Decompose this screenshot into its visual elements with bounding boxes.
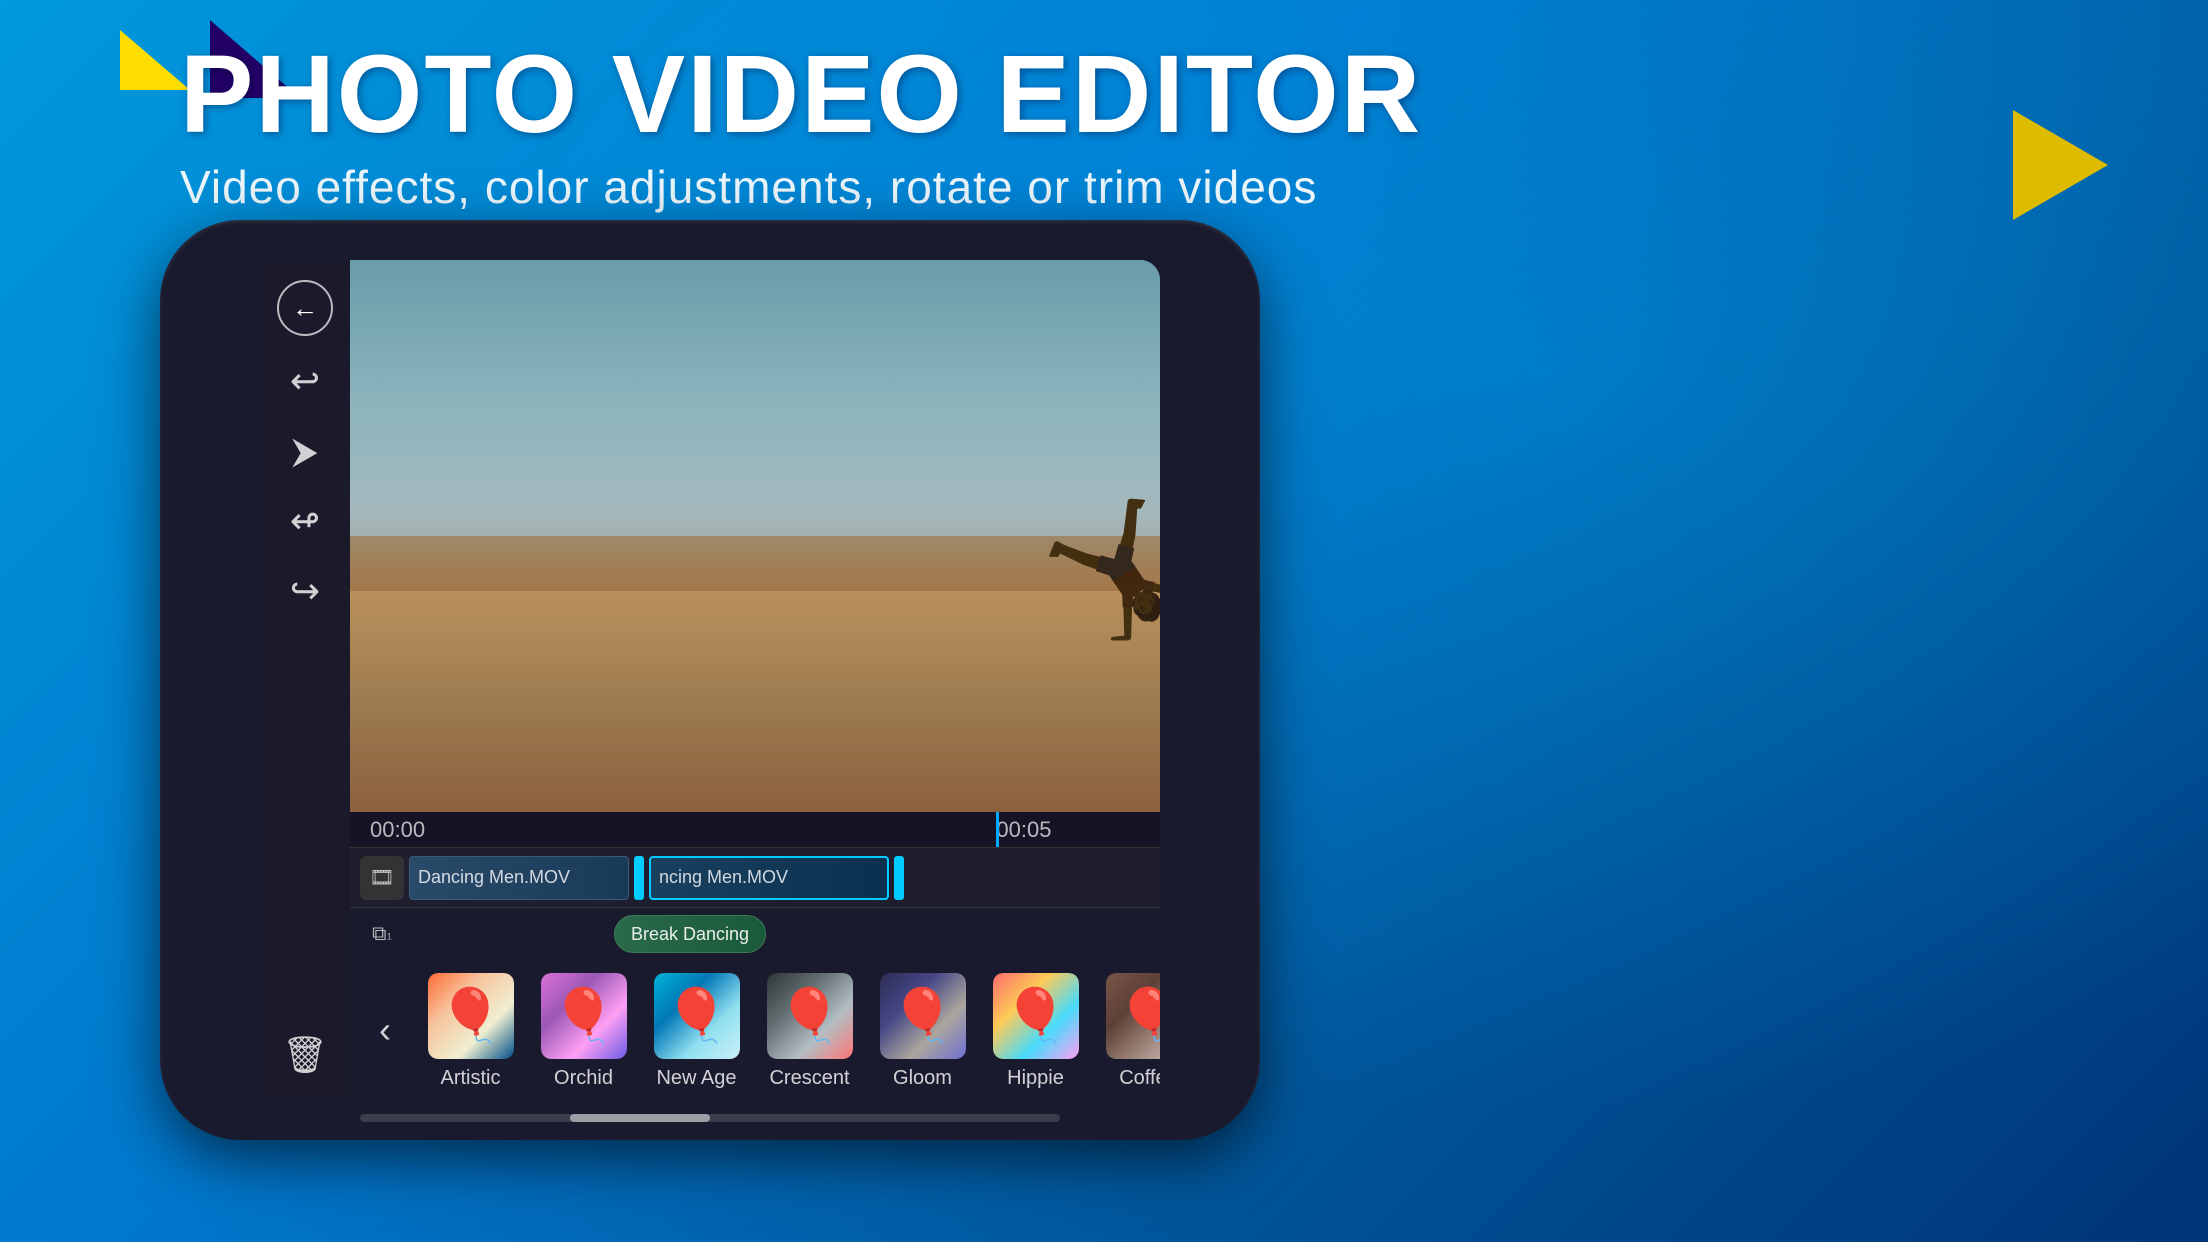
filter-item-hippie[interactable]: 🎈 Hippie — [983, 971, 1088, 1090]
export-left-icon: ⮞ — [292, 430, 318, 473]
main-content: 🤸 00:00 00:05 00:10 🎞 Dancing Men. — [350, 260, 1160, 1100]
redo-back-icon: ↫ — [290, 500, 320, 542]
filter-label-coffee: Coffee — [1119, 1067, 1160, 1090]
trash-icon: 🗑 — [282, 1034, 328, 1076]
film-icon: 🎞 — [369, 865, 394, 890]
back-button[interactable]: ← — [277, 280, 333, 336]
filter-strip: ‹ 🎈 Artistic 🎈 Orchid — [350, 960, 1160, 1100]
video-preview: 🤸 — [350, 260, 1160, 812]
filter-label-newage: New Age — [656, 1067, 736, 1090]
subtitle-label: Break Dancing — [631, 924, 749, 945]
balloon-orchid: 🎈 — [541, 973, 627, 1059]
subtitle-chip[interactable]: Break Dancing — [614, 915, 766, 953]
delete-button[interactable]: 🗑 — [280, 1030, 330, 1080]
filter-scroll-left-button[interactable]: ‹ — [360, 1005, 410, 1055]
export-left-button[interactable]: ⮞ — [280, 426, 330, 476]
timeline-ruler: 00:00 00:05 00:10 — [350, 812, 1160, 848]
redo-fwd-icon: ↪ — [290, 570, 320, 612]
filter-item-orchid[interactable]: 🎈 Orchid — [531, 971, 636, 1090]
filter-thumb-crescent: 🎈 — [765, 971, 855, 1061]
filter-label-crescent: Crescent — [769, 1067, 849, 1090]
undo-icon: ↩ — [290, 360, 320, 402]
timeline-mark-5: 00:05 — [996, 817, 1051, 843]
layers-symbol: ⧉ — [372, 923, 386, 946]
video-clip-2[interactable]: ncing Men.MOV — [649, 856, 889, 900]
left-toolbar: ← ↩ ⮞ ↫ ↪ 🗑 — [260, 260, 350, 1100]
balloon-hippie: 🎈 — [993, 973, 1079, 1059]
filter-item-artistic[interactable]: 🎈 Artistic — [418, 971, 523, 1090]
video-track-icon: 🎞 — [360, 856, 404, 900]
app-subtitle: Video effects, color adjustments, rotate… — [180, 160, 1422, 214]
header: PHOTO VIDEO EDITOR Video effects, color … — [180, 40, 1422, 214]
phone-screen: ← ↩ ⮞ ↫ ↪ 🗑 — [260, 260, 1160, 1100]
filter-thumb-newage: 🎈 — [652, 971, 742, 1061]
video-track[interactable]: 🎞 Dancing Men.MOV ncing Men.MOV — [350, 848, 1160, 908]
filter-thumb-artistic: 🎈 — [426, 971, 516, 1061]
clip1-label: Dancing Men.MOV — [418, 867, 570, 888]
back-icon: ← — [292, 293, 318, 324]
balloon-artistic: 🎈 — [428, 973, 514, 1059]
filter-thumb-coffee: 🎈 — [1104, 971, 1161, 1061]
filter-item-gloom[interactable]: 🎈 Gloom — [870, 971, 975, 1090]
redo-back-button[interactable]: ↫ — [280, 496, 330, 546]
filter-thumb-gloom: 🎈 — [878, 971, 968, 1061]
phone-scrollbar — [360, 1114, 1060, 1122]
clip2-label: ncing Men.MOV — [659, 867, 788, 888]
filter-label-hippie: Hippie — [1007, 1067, 1064, 1090]
filter-thumb-orchid: 🎈 — [539, 971, 629, 1061]
phone-scrollbar-thumb[interactable] — [570, 1114, 710, 1122]
filter-item-coffee[interactable]: 🎈 Coffee — [1096, 971, 1160, 1090]
filter-label-orchid: Orchid — [554, 1067, 613, 1090]
app-title: PHOTO VIDEO EDITOR — [180, 40, 1422, 150]
filter-item-crescent[interactable]: 🎈 Crescent — [757, 971, 862, 1090]
clip-handle[interactable] — [634, 856, 644, 900]
balloon-coffee: 🎈 — [1106, 973, 1161, 1059]
balloon-newage: 🎈 — [654, 973, 740, 1059]
phone-device: ← ↩ ⮞ ↫ ↪ 🗑 — [160, 220, 1260, 1140]
balloon-gloom: 🎈 — [880, 973, 966, 1059]
video-clip-1[interactable]: Dancing Men.MOV — [409, 856, 629, 900]
filter-label-gloom: Gloom — [893, 1067, 952, 1090]
layers-badge: ₁ — [386, 925, 391, 943]
gold-triangle-icon — [2013, 110, 2108, 220]
redo-fwd-button[interactable]: ↪ — [280, 566, 330, 616]
undo-button[interactable]: ↩ — [280, 356, 330, 406]
clip-handle-2[interactable] — [894, 856, 904, 900]
timeline-mark-0: 00:00 — [370, 817, 425, 843]
filter-thumb-hippie: 🎈 — [991, 971, 1081, 1061]
subtitle-track: ⧉ ₁ Break Dancing — [350, 908, 1160, 960]
timeline-cursor — [996, 812, 999, 847]
filter-item-newage[interactable]: 🎈 New Age — [644, 971, 749, 1090]
balloon-crescent: 🎈 — [767, 973, 853, 1059]
video-frame: 🤸 — [350, 260, 1160, 812]
filter-overlay — [350, 260, 1160, 812]
layers-icon: ⧉ ₁ — [360, 915, 404, 953]
filter-label-artistic: Artistic — [441, 1067, 501, 1090]
